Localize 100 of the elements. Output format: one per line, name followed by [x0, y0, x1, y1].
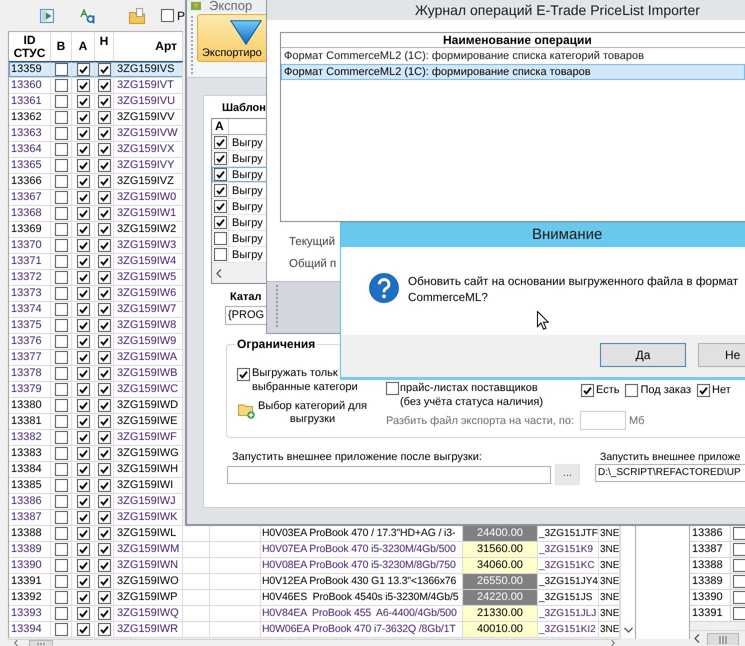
checkbox[interactable] [98, 527, 110, 540]
checkbox[interactable] [54, 383, 68, 396]
checkbox[interactable] [98, 271, 110, 284]
checkbox[interactable] [214, 200, 226, 213]
checkbox[interactable] [76, 495, 90, 508]
table-row[interactable]: 13373 3ZG159IW6 [9, 286, 183, 302]
checkbox[interactable] [98, 447, 110, 460]
export-button[interactable]: Экспортиро [197, 14, 267, 62]
table-row[interactable]: 13386 3ZG159IWJ [9, 494, 183, 510]
dialog-button[interactable]: Да [600, 343, 686, 367]
checkbox[interactable] [76, 319, 90, 332]
checkbox[interactable] [54, 127, 68, 140]
checkbox[interactable] [76, 623, 90, 636]
checkbox[interactable] [76, 95, 90, 108]
checkbox[interactable] [98, 367, 110, 380]
checkbox[interactable] [76, 207, 90, 220]
checkbox[interactable] [98, 303, 110, 316]
checkbox[interactable] [581, 384, 594, 397]
checkbox[interactable] [98, 287, 110, 300]
checkbox[interactable] [76, 575, 90, 588]
horizontal-scrollbar[interactable] [212, 263, 267, 283]
table-row[interactable]: 13361 3ZG159IVU [9, 94, 183, 110]
table-row[interactable]: 13385 3ZG159IWI [9, 478, 183, 494]
table-row[interactable]: Формат CommerceML2 (1C): формирование списка категорий товаров [281, 48, 745, 64]
checkbox[interactable] [237, 368, 250, 381]
choose-categories-button[interactable]: Выбор категорий для выгрузки [237, 400, 367, 426]
table-row[interactable]: 13384 3ZG159IWH [9, 462, 183, 478]
checkbox[interactable] [76, 399, 90, 412]
table-row[interactable]: 13377 3ZG159IWA [9, 350, 183, 366]
checkbox[interactable] [733, 543, 745, 556]
checkbox[interactable] [54, 191, 68, 204]
checkbox[interactable] [54, 367, 68, 380]
checkbox[interactable] [98, 351, 110, 364]
checkbox[interactable] [76, 175, 90, 188]
checkbox[interactable] [76, 239, 90, 252]
checkbox[interactable] [98, 223, 110, 236]
table-row[interactable]: 13393 3ZG159IWQ H0V84EA ProBook 455 A6-4400/4Gb/500 21330.00 _3ZG151JLJ 3NE [9, 606, 620, 622]
horizontal-scrollbar[interactable] [690, 630, 745, 646]
checkbox[interactable] [54, 511, 68, 524]
table-row[interactable]: 13381 3ZG159IWE [9, 414, 183, 430]
checkbox[interactable] [54, 527, 68, 540]
checkbox[interactable] [54, 255, 68, 268]
checkbox[interactable] [54, 431, 68, 444]
checkbox[interactable] [54, 159, 68, 172]
checkbox[interactable] [76, 127, 90, 140]
checkbox[interactable] [54, 591, 68, 604]
checkbox[interactable] [98, 255, 110, 268]
checkbox[interactable] [98, 207, 110, 220]
checkbox[interactable] [54, 335, 68, 348]
checkbox[interactable] [76, 271, 90, 284]
checkbox[interactable] [54, 351, 68, 364]
table-row[interactable]: 13374 3ZG159IW7 [9, 302, 183, 318]
chevron-left-icon[interactable] [13, 640, 19, 646]
checkbox[interactable] [76, 415, 90, 428]
checkbox[interactable] [214, 152, 226, 165]
table-row[interactable]: 13366 3ZG159IVZ [9, 174, 183, 190]
checkbox[interactable] [98, 79, 110, 92]
checkbox[interactable] [54, 575, 68, 588]
checkbox[interactable] [98, 191, 110, 204]
table-row[interactable]: 13379 3ZG159IWC [9, 382, 183, 398]
checkbox[interactable] [54, 175, 68, 188]
table-row[interactable]: 13376 3ZG159IW9 [9, 334, 183, 350]
checkbox[interactable] [76, 303, 90, 316]
checkbox[interactable] [98, 143, 110, 156]
chevron-left-icon[interactable] [216, 268, 222, 278]
checkbox[interactable] [76, 335, 90, 348]
checkbox[interactable] [98, 335, 110, 348]
table-row[interactable]: 13367 3ZG159IW0 [9, 190, 183, 206]
table-row[interactable]: 13391 3ZG159IWO H0V12EA ProBook 430 G1 13.3"<1366x76 26550.00 _3ZG151JY4 3NE [9, 574, 620, 590]
checkbox[interactable] [98, 623, 110, 636]
text-field[interactable]: D:\_SCRIPT\REFACTORED\UP [595, 464, 745, 482]
checkbox[interactable] [98, 159, 110, 172]
table-row[interactable]: 13368 3ZG159IW1 [9, 206, 183, 222]
table-row[interactable]: 13360 3ZG159IVT [9, 78, 183, 94]
table-row[interactable]: 13365 3ZG159IVY [9, 158, 183, 174]
table-row[interactable]: 13371 3ZG159IW4 [9, 254, 183, 270]
checkbox[interactable] [76, 591, 90, 604]
checkbox[interactable] [733, 575, 745, 588]
browse-button[interactable]: ... [555, 464, 580, 485]
checkbox[interactable] [98, 559, 110, 572]
checkbox[interactable] [76, 447, 90, 460]
table-row[interactable]: 13387 3ZG159IWK [9, 510, 183, 526]
checkbox[interactable] [54, 79, 68, 92]
checkbox[interactable] [214, 184, 226, 197]
checkbox[interactable] [386, 382, 399, 395]
checkbox[interactable] [98, 511, 110, 524]
checkbox[interactable] [54, 239, 68, 252]
checkbox[interactable] [76, 287, 90, 300]
checkbox[interactable] [54, 143, 68, 156]
checkbox[interactable] [54, 303, 68, 316]
chevron-right-icon[interactable] [610, 640, 616, 646]
checkbox[interactable] [214, 232, 226, 245]
chevron-down-icon[interactable] [624, 627, 632, 633]
checkbox[interactable] [733, 559, 745, 572]
checkbox[interactable] [98, 591, 110, 604]
table-row[interactable]: 13359 3ZG159IVS [9, 62, 183, 78]
checkbox[interactable] [76, 383, 90, 396]
checkbox[interactable] [54, 319, 68, 332]
checkbox[interactable] [54, 271, 68, 284]
table-row[interactable]: 13388 3ZG159IWL H0V03EA ProBook 470 / 17.3"HD+AG / i3- 24400.00 _3ZG151JTF 3NE [9, 526, 620, 542]
